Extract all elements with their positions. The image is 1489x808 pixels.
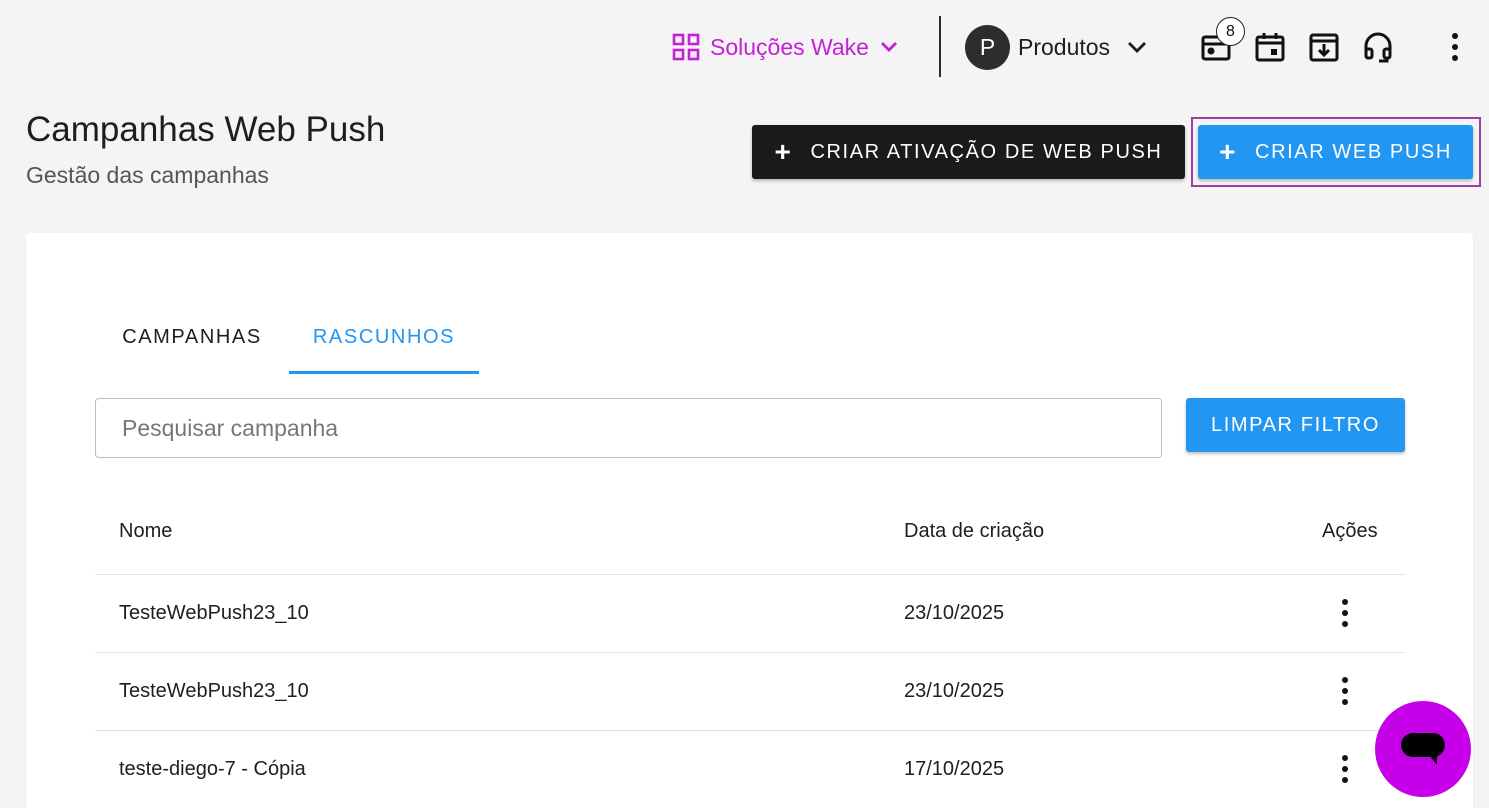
- download-box-icon[interactable]: [1308, 31, 1340, 63]
- more-vert-icon[interactable]: [1333, 754, 1357, 784]
- row-name: teste-diego-7 - Cópia: [119, 758, 306, 780]
- row-divider: [95, 652, 1405, 653]
- row-name: TesteWebPush23_10: [119, 602, 309, 624]
- more-vert-icon[interactable]: [1333, 598, 1357, 628]
- clear-filter-label: LIMPAR FILTRO: [1211, 413, 1380, 436]
- create-activation-label: CRIAR ATIVAÇÃO DE WEB PUSH: [810, 140, 1163, 163]
- chevron-down-icon: [880, 42, 897, 52]
- grid-icon: [672, 33, 700, 61]
- products-label: Produtos: [1018, 33, 1111, 60]
- solutions-menu[interactable]: Soluções Wake: [672, 30, 899, 64]
- more-vert-icon[interactable]: [1333, 676, 1357, 706]
- solutions-label: Soluções Wake: [710, 33, 869, 60]
- more-vert-icon[interactable]: [1442, 30, 1468, 64]
- avatar: P: [965, 24, 1010, 70]
- column-header-name: Nome: [119, 520, 173, 542]
- top-bar: Soluções Wake P Produtos 8: [0, 0, 1489, 95]
- tab-label: RASCUNHOS: [312, 326, 456, 348]
- row-divider: [95, 574, 1405, 575]
- row-divider: [95, 730, 1405, 731]
- column-header-actions: Ações: [1322, 520, 1378, 542]
- create-web-push-label: CRIAR WEB PUSH: [1255, 140, 1452, 163]
- row-date: 23/10/2025: [904, 602, 1005, 624]
- row-date: 23/10/2025: [904, 680, 1005, 702]
- chat-button[interactable]: [1375, 701, 1471, 797]
- tab-rascunhos[interactable]: RASCUNHOS: [289, 326, 479, 374]
- search-input[interactable]: [95, 398, 1162, 458]
- create-web-push-button[interactable]: + CRIAR WEB PUSH: [1198, 125, 1473, 179]
- clear-filter-button[interactable]: LIMPAR FILTRO: [1186, 398, 1405, 452]
- headset-icon[interactable]: [1362, 31, 1394, 63]
- page-title: Campanhas Web Push: [26, 110, 386, 149]
- divider: [939, 16, 941, 77]
- calendar-icon[interactable]: [1254, 31, 1286, 63]
- tab-campanhas[interactable]: CAMPANHAS: [95, 326, 289, 374]
- chat-bubble-icon: [1401, 733, 1445, 765]
- create-activation-button[interactable]: + CRIAR ATIVAÇÃO DE WEB PUSH: [752, 125, 1185, 179]
- page-subtitle: Gestão das campanhas: [26, 162, 269, 188]
- campaigns-card: [26, 233, 1473, 808]
- row-date: 17/10/2025: [904, 758, 1005, 780]
- column-header-created: Data de criação: [904, 520, 1045, 542]
- plus-icon: +: [774, 136, 793, 167]
- row-name: TesteWebPush23_10: [119, 680, 309, 702]
- chevron-down-icon: [1128, 42, 1147, 53]
- plus-icon: +: [1219, 136, 1238, 167]
- tab-label: CAMPANHAS: [122, 326, 262, 348]
- products-menu[interactable]: P Produtos: [965, 24, 1148, 70]
- notification-badge: 8: [1216, 17, 1245, 46]
